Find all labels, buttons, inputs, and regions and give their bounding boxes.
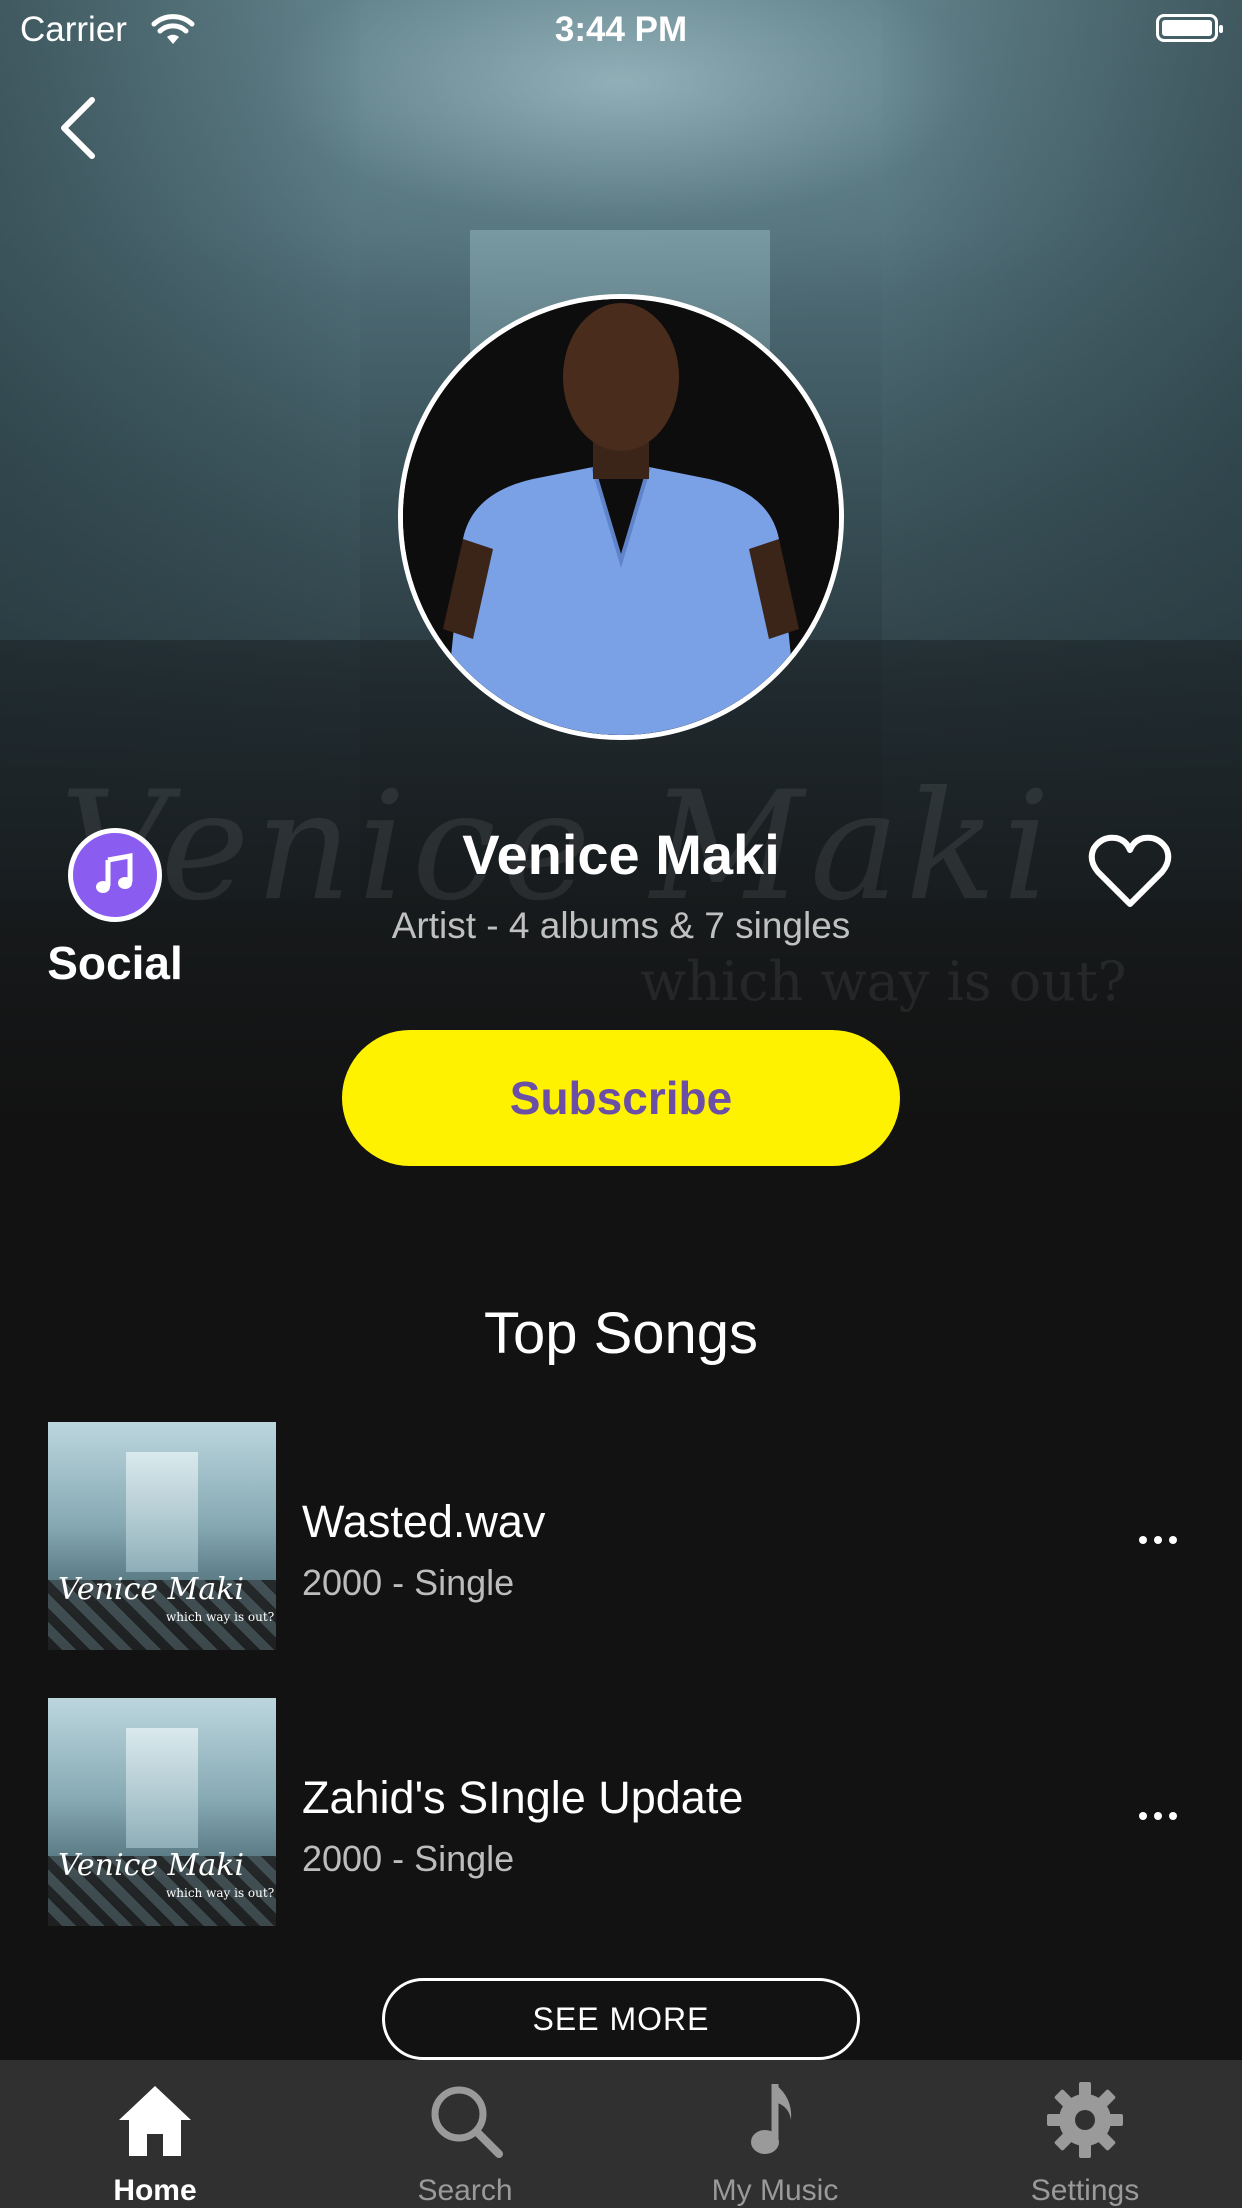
tab-home[interactable]: Home bbox=[0, 2060, 310, 2208]
more-options-button[interactable] bbox=[1130, 1512, 1186, 1568]
subscribe-button[interactable]: Subscribe bbox=[342, 1030, 900, 1166]
song-title: Wasted.wav bbox=[302, 1496, 546, 1547]
home-icon bbox=[119, 2086, 191, 2156]
music-note-icon bbox=[751, 2084, 792, 2154]
artwork-subtitle: which way is out? bbox=[166, 1610, 275, 1624]
tab-label: My Music bbox=[711, 2174, 839, 2207]
song-title: Zahid's SIngle Update bbox=[302, 1772, 744, 1823]
search-icon bbox=[431, 2086, 503, 2158]
ellipsis-icon bbox=[1139, 1536, 1177, 1544]
see-more-button[interactable]: SEE MORE bbox=[382, 1978, 860, 2060]
song-row[interactable]: Venice Maki which way is out? Wasted.wav… bbox=[0, 1422, 1242, 1652]
tab-label: Home bbox=[113, 2174, 197, 2207]
status-time: 3:44 PM bbox=[554, 10, 688, 49]
tab-bar: Home Search My Music Settings bbox=[0, 2060, 1242, 2208]
tab-settings[interactable]: Settings bbox=[930, 2060, 1240, 2208]
status-bar: Carrier 3:44 PM bbox=[0, 0, 1242, 60]
cover-subtitle-text: which way is out? bbox=[640, 950, 1127, 1013]
song-meta: 2000 - Single bbox=[302, 1562, 515, 1603]
back-button[interactable] bbox=[50, 92, 110, 164]
ellipsis-icon bbox=[1139, 1812, 1177, 1820]
song-artwork: Venice Maki which way is out? bbox=[48, 1422, 276, 1650]
more-options-button[interactable] bbox=[1130, 1788, 1186, 1844]
artist-meta: Artist - 4 albums & 7 singles bbox=[391, 905, 851, 946]
chevron-left-icon bbox=[61, 97, 95, 159]
gear-icon bbox=[1047, 2082, 1123, 2158]
heart-icon bbox=[1088, 834, 1172, 907]
favorite-button[interactable] bbox=[1088, 832, 1172, 910]
tab-my-music[interactable]: My Music bbox=[620, 2060, 930, 2208]
artist-name: Venice Maki bbox=[462, 823, 780, 886]
artwork-subtitle: which way is out? bbox=[166, 1886, 275, 1900]
artist-avatar bbox=[398, 294, 844, 740]
tab-search[interactable]: Search bbox=[310, 2060, 620, 2208]
song-row[interactable]: Venice Maki which way is out? Zahid's SI… bbox=[0, 1698, 1242, 1928]
battery-icon bbox=[1156, 14, 1223, 42]
artwork-title: Venice Maki bbox=[58, 1572, 245, 1607]
artist-photo bbox=[403, 299, 839, 735]
song-artwork: Venice Maki which way is out? bbox=[48, 1698, 276, 1926]
tab-label: Search bbox=[417, 2174, 513, 2207]
artwork-title: Venice Maki bbox=[58, 1848, 245, 1883]
song-meta: 2000 - Single bbox=[302, 1838, 515, 1879]
tab-label: Settings bbox=[1030, 2174, 1140, 2207]
top-songs-title: Top Songs bbox=[483, 1301, 759, 1366]
